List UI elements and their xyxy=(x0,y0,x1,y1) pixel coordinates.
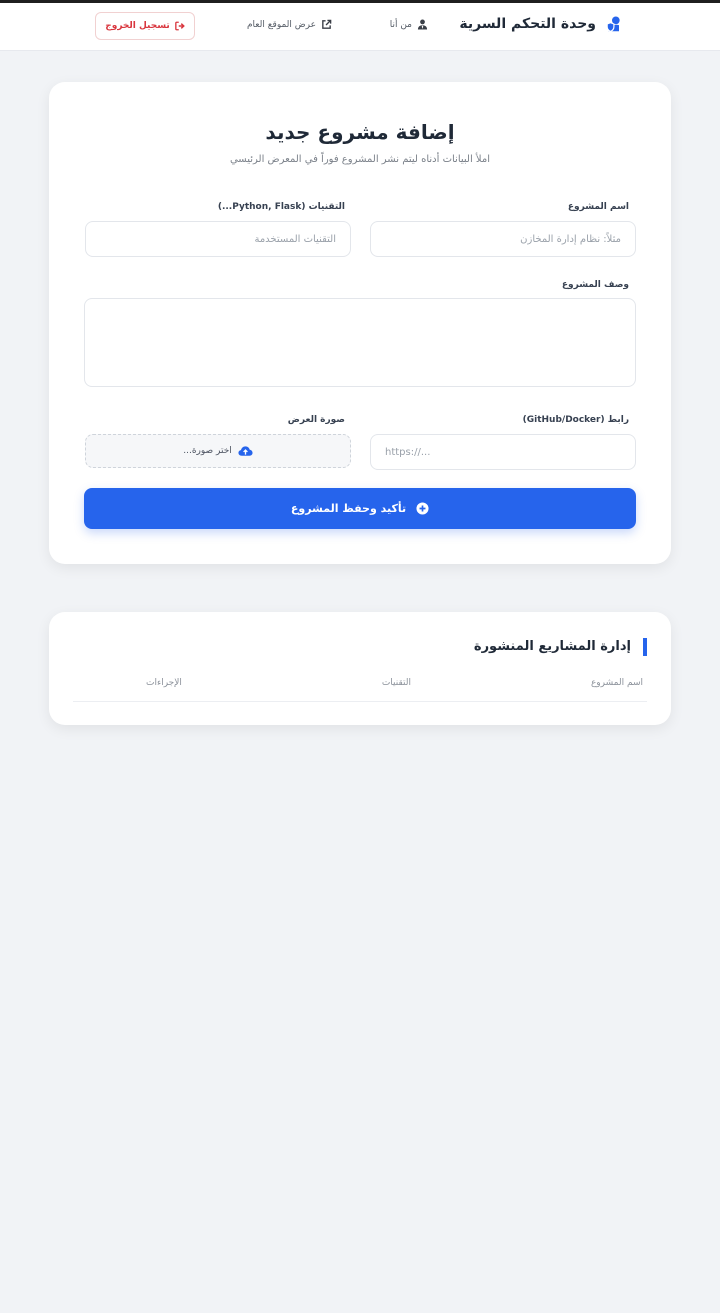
link-label: رابط (GitHub/Docker) xyxy=(522,415,629,425)
technologies-placeholder: التقنيات المستخدمة xyxy=(254,233,336,245)
logout-button[interactable]: تسجيل الخروج xyxy=(95,12,195,40)
brand-title: وحدة التحكم السرية xyxy=(459,16,596,32)
logout-button-label: تسجيل الخروج xyxy=(105,21,170,31)
technologies-input[interactable]: التقنيات المستخدمة xyxy=(85,221,351,257)
project-name-placeholder: مثلاً: نظام إدارة المخازن xyxy=(520,233,621,245)
cloud-upload-icon xyxy=(238,446,253,456)
description-label: وصف المشروع xyxy=(561,280,629,290)
form-subtitle: املأ البيانات أدناه ليتم نشر المشروع فور… xyxy=(229,154,491,165)
project-name-input[interactable]: مثلاً: نظام إدارة المخازن xyxy=(370,221,636,257)
plus-circle-icon xyxy=(416,502,429,515)
nav-link-about[interactable]: من أنا xyxy=(390,19,428,30)
column-header-technologies: التقنيات xyxy=(381,678,411,688)
link-input[interactable]: https://... xyxy=(370,434,636,470)
image-label: صورة العرض xyxy=(287,415,345,425)
projects-table-title: إدارة المشاريع المنشورة xyxy=(474,638,647,656)
user-shield-icon xyxy=(606,16,620,33)
technologies-label: التقنيات (Python, Flask...) xyxy=(217,202,345,212)
nav-link-about-label: من أنا xyxy=(389,19,412,30)
description-textarea[interactable] xyxy=(84,298,636,387)
projects-table-card: إدارة المشاريع المنشورة اسم المشروع التق… xyxy=(49,612,671,725)
column-header-actions: الإجراءات xyxy=(146,678,182,688)
form-title: إضافة مشروع جديد xyxy=(265,120,455,144)
link-placeholder: https://... xyxy=(385,446,431,458)
submit-project-button[interactable]: تأكيد وحفظ المشروع xyxy=(84,488,636,529)
external-link-icon xyxy=(322,19,332,29)
navbar: وحدة التحكم السرية من أنا عرض الموقع الع… xyxy=(0,3,720,51)
submit-project-label: تأكيد وحفظ المشروع xyxy=(290,502,407,515)
add-project-card: إضافة مشروع جديد املأ البيانات أدناه ليت… xyxy=(49,82,671,564)
project-name-label: اسم المشروع xyxy=(567,202,629,212)
column-header-project-name: اسم المشروع xyxy=(590,678,643,688)
nav-link-public-site[interactable]: عرض الموقع العام xyxy=(247,19,332,30)
nav-link-public-site-label: عرض الموقع العام xyxy=(246,19,316,30)
brand[interactable]: وحدة التحكم السرية xyxy=(459,15,624,33)
choose-image-label: اختر صورة... xyxy=(183,446,232,456)
sign-out-icon xyxy=(174,21,185,31)
choose-image-button[interactable]: اختر صورة... xyxy=(85,434,351,468)
table-header-row: اسم المشروع التقنيات الإجراءات xyxy=(73,676,647,702)
user-tie-icon xyxy=(417,19,428,30)
